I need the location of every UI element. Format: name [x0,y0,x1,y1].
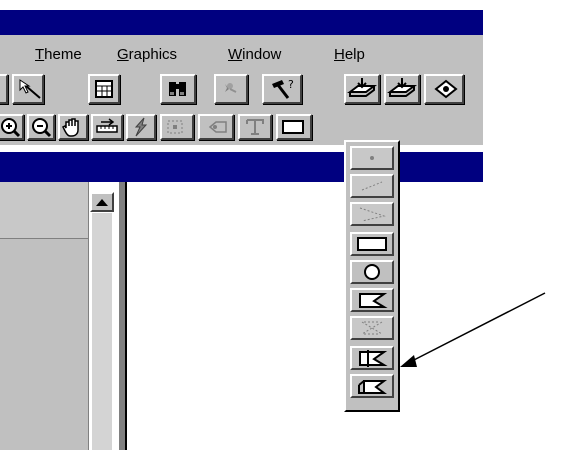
annotation-arrow [400,292,546,367]
